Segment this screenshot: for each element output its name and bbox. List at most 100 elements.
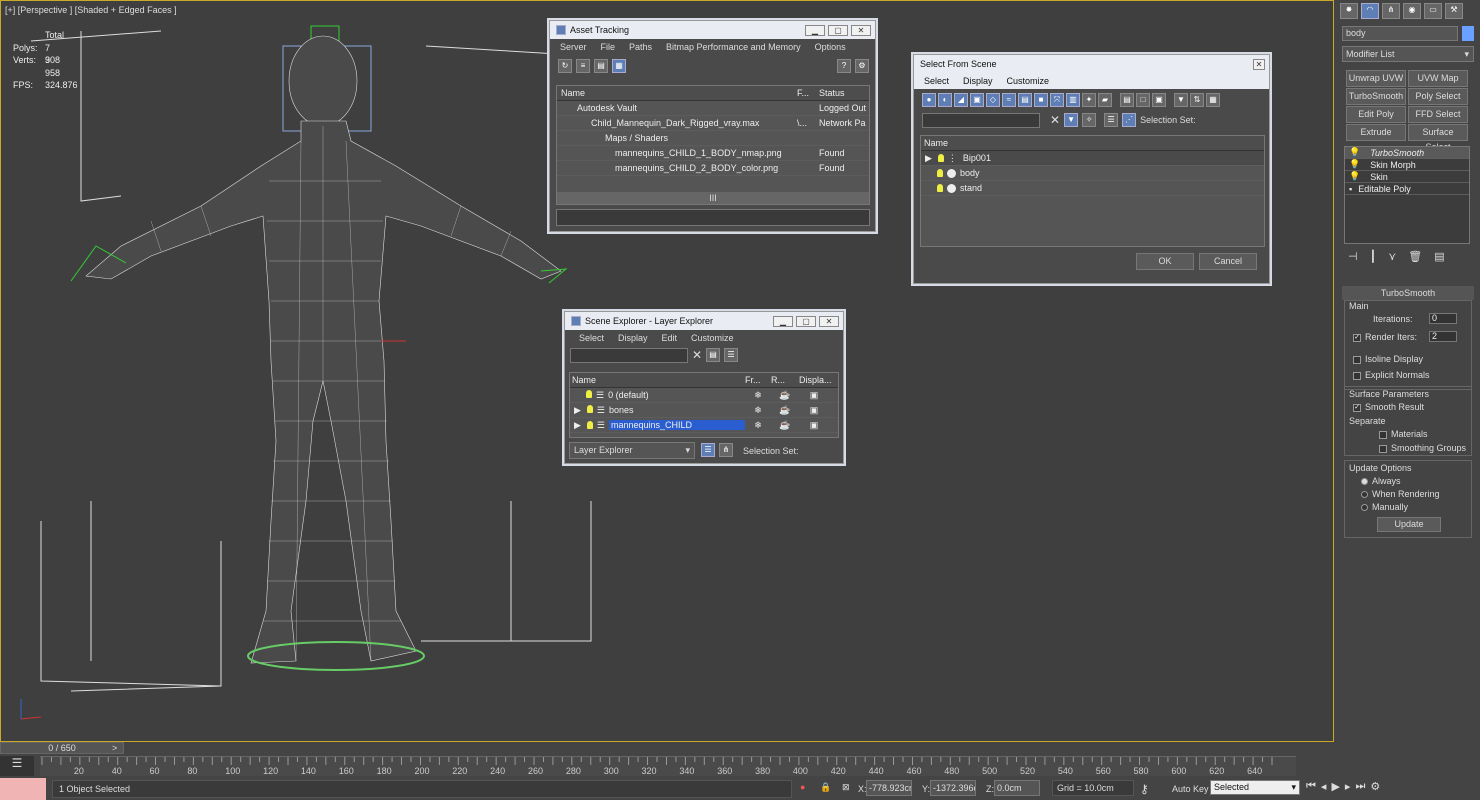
always-radio[interactable]	[1361, 478, 1368, 486]
explicit-normals-checkbox[interactable]	[1353, 371, 1361, 380]
col-status[interactable]: Status	[819, 88, 845, 98]
filter-groups-icon[interactable]: ▤	[1018, 93, 1032, 107]
maximize-button[interactable]: ▢	[828, 24, 848, 36]
grid-view-icon[interactable]: ▦	[612, 59, 626, 73]
clear-filter-icon[interactable]: ✕	[692, 348, 702, 362]
find-case-icon[interactable]: ▼	[1064, 113, 1079, 127]
remove-modifier-icon[interactable]: 🗑	[1408, 250, 1422, 263]
menu-select[interactable]: Select	[924, 76, 949, 86]
x-coordinate-field[interactable]: -778.923cr	[866, 780, 912, 796]
smooth-result-checkbox[interactable]: ✓	[1353, 403, 1361, 412]
render-iters-spinner[interactable]: 2	[1429, 331, 1457, 342]
filter-frozen-icon[interactable]: ✦	[1082, 93, 1096, 107]
table-row[interactable]: mannequins_CHILD_1_BODY_nmap.png Found	[557, 146, 869, 161]
explorer-type-dropdown[interactable]: Layer Explorer ▾	[569, 442, 695, 459]
poly-select-button[interactable]: Poly Select	[1408, 88, 1468, 105]
make-unique-icon[interactable]: ⋎	[1388, 250, 1396, 263]
pin-icon[interactable]: ●	[800, 782, 805, 792]
render-iters-checkbox[interactable]: ✓	[1353, 333, 1361, 342]
col-name[interactable]: Name	[557, 88, 797, 98]
menu-display[interactable]: Display	[963, 76, 993, 86]
stack-item[interactable]: 💡 TurboSmooth	[1345, 147, 1469, 159]
turbosmooth-button[interactable]: TurboSmooth	[1346, 88, 1406, 105]
path-field[interactable]	[556, 209, 870, 226]
name-filter-input[interactable]	[922, 112, 1040, 128]
filter-helpers-icon[interactable]: ◇	[986, 93, 1000, 107]
settings-icon[interactable]: ⚙	[855, 59, 869, 73]
hierarchy-mode-icon[interactable]: ⋔	[719, 443, 733, 457]
motion-tab-icon[interactable]: ◉	[1403, 3, 1421, 19]
utilities-tab-icon[interactable]: ⚒	[1445, 3, 1463, 19]
menu-customize[interactable]: Customize	[1007, 76, 1050, 86]
menu-select[interactable]: Select	[579, 333, 604, 343]
go-to-end-icon[interactable]: ⏭	[1355, 780, 1365, 793]
menu-edit[interactable]: Edit	[662, 333, 678, 343]
filter-lights-icon[interactable]: ◢	[954, 93, 968, 107]
key-icon[interactable]: ⚷	[1140, 782, 1149, 796]
table-row[interactable]: Child_Mannequin_Dark_Rigged_vray.max \...…	[557, 116, 869, 131]
col-render[interactable]: R...	[771, 375, 799, 385]
unwrap-uvw-button[interactable]: Unwrap UVW	[1346, 70, 1406, 87]
auto-key-button[interactable]: Auto Key	[1172, 784, 1209, 794]
table-row[interactable]: ▶ ☰ bones ❄ ☕ ▣	[570, 403, 838, 418]
object-color-swatch[interactable]	[1462, 26, 1474, 41]
invert-display-icon[interactable]: ▣	[1152, 93, 1166, 107]
ok-button[interactable]: OK	[1136, 253, 1194, 270]
table-row[interactable]: ☰ 0 (default) ❄ ☕ ▣	[570, 388, 838, 403]
mini-curve-editor-icon[interactable]: ☰	[0, 756, 34, 776]
modify-tab-icon[interactable]: ◠	[1361, 3, 1379, 19]
filter-xrefs-icon[interactable]: ■	[1034, 93, 1048, 107]
find-icon[interactable]: ▤	[706, 348, 721, 362]
maximize-button[interactable]: ▢	[796, 315, 816, 327]
menu-file[interactable]: File	[601, 42, 616, 52]
uvw-map-button[interactable]: UVW Map	[1408, 70, 1468, 87]
create-tab-icon[interactable]: ✸	[1340, 3, 1358, 19]
layer-filter-input[interactable]	[570, 347, 688, 363]
minimize-button[interactable]: ▁	[773, 315, 793, 327]
pin-stack-icon[interactable]: ⊣	[1348, 250, 1358, 263]
col-display[interactable]: Displa...	[799, 375, 832, 385]
ffd-select-button[interactable]: FFD Select	[1408, 106, 1468, 123]
list-item[interactable]: body	[921, 166, 1264, 181]
previous-frame-icon[interactable]: ◂	[1321, 780, 1327, 793]
options-icon[interactable]: ▦	[1206, 93, 1220, 107]
z-coordinate-field[interactable]: 0.0cm	[994, 780, 1040, 796]
menu-options[interactable]: Options	[815, 42, 846, 52]
y-coordinate-field[interactable]: -1372.396c	[930, 780, 976, 796]
menu-bitmap-performance[interactable]: Bitmap Performance and Memory	[666, 42, 801, 52]
display-none-icon[interactable]: □	[1136, 93, 1150, 107]
surface-select-button[interactable]: Surface Select	[1408, 124, 1468, 152]
when-rendering-radio[interactable]	[1361, 491, 1368, 499]
display-tab-icon[interactable]: ▭	[1424, 3, 1442, 19]
go-to-start-icon[interactable]: ⏮	[1306, 780, 1316, 793]
help-icon[interactable]: ?	[837, 59, 851, 73]
filter-geometry-icon[interactable]: ●	[922, 93, 936, 107]
show-end-result-icon[interactable]: ┃	[1370, 250, 1377, 263]
maxscript-listener[interactable]	[0, 778, 46, 800]
filter-containers-icon[interactable]: ▥	[1066, 93, 1080, 107]
close-button[interactable]: ✕	[819, 315, 839, 327]
configure-sets-icon[interactable]: ▤	[1434, 250, 1444, 263]
cancel-button[interactable]: Cancel	[1199, 253, 1257, 270]
close-button[interactable]: ✕	[1253, 58, 1265, 70]
update-button[interactable]: Update	[1377, 517, 1441, 532]
hierarchy-tab-icon[interactable]: ⋔	[1382, 3, 1400, 19]
stack-item[interactable]: 💡 Skin	[1345, 171, 1469, 183]
filter-bones-icon[interactable]: ⤧	[1050, 93, 1064, 107]
table-icon[interactable]: ▤	[594, 59, 608, 73]
table-row[interactable]: Autodesk Vault Logged Out	[557, 101, 869, 116]
iterations-spinner[interactable]: 0	[1429, 313, 1457, 324]
time-slider[interactable]: 0 / 650	[0, 742, 124, 754]
extrude-button[interactable]: Extrude	[1346, 124, 1406, 141]
clear-filter-icon[interactable]: ✕	[1050, 113, 1060, 127]
col-name[interactable]: Name	[921, 138, 948, 148]
modifier-list-dropdown[interactable]: Modifier List ▾	[1342, 46, 1474, 62]
turbosmooth-rollout-header[interactable]: TurboSmooth	[1342, 286, 1474, 300]
filter-spacewarps-icon[interactable]: ≈	[1002, 93, 1016, 107]
minimize-button[interactable]: ▁	[805, 24, 825, 36]
manually-radio[interactable]	[1361, 504, 1368, 512]
layer-tools-icon[interactable]: ☰	[724, 348, 739, 362]
menu-server[interactable]: Server	[560, 42, 587, 52]
stack-item[interactable]: ▪ Editable Poly	[1345, 183, 1469, 195]
menu-paths[interactable]: Paths	[629, 42, 652, 52]
